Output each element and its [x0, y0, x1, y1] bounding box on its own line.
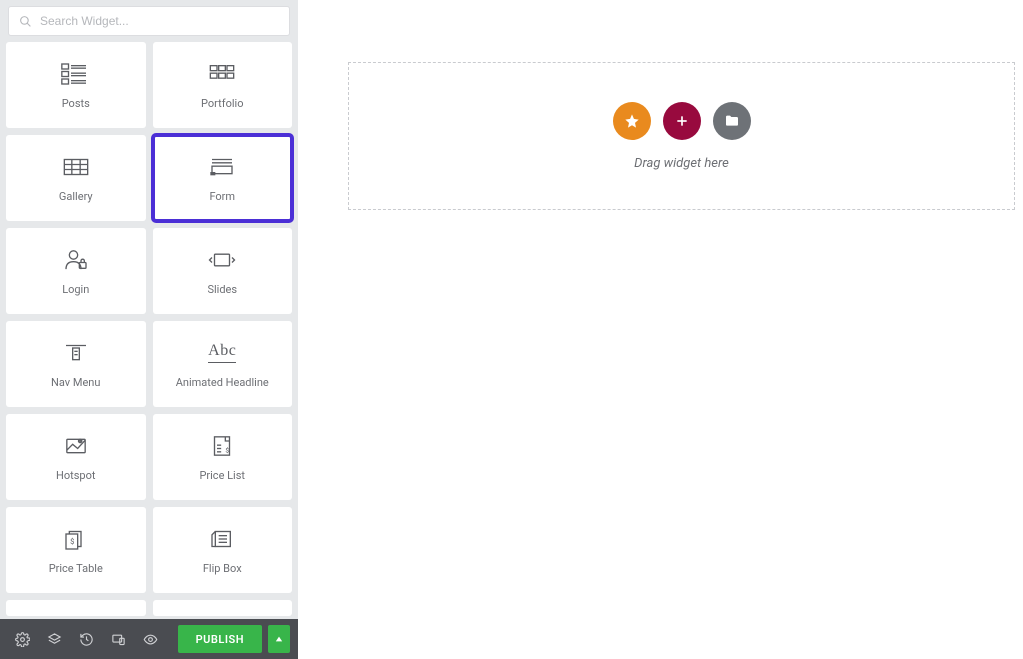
- publish-options-button[interactable]: [268, 625, 290, 653]
- widget-slides[interactable]: Slides: [153, 228, 293, 314]
- widget-form[interactable]: Form: [153, 135, 293, 221]
- star-icon: [624, 113, 640, 129]
- widget-label: Gallery: [59, 190, 93, 203]
- form-icon: [207, 154, 237, 180]
- widget-portfolio[interactable]: Portfolio: [153, 42, 293, 128]
- plus-icon: [674, 113, 690, 129]
- responsive-icon: [111, 632, 126, 647]
- widget-label: Posts: [62, 97, 90, 110]
- svg-text:$: $: [70, 537, 74, 546]
- gallery-icon: [61, 154, 91, 180]
- widget-login[interactable]: Login: [6, 228, 146, 314]
- pricelist-icon: $: [207, 433, 237, 459]
- widget-label: Form: [209, 190, 235, 203]
- widget-label: Price Table: [49, 562, 103, 575]
- navmenu-icon: [61, 340, 91, 366]
- slides-icon: [207, 247, 237, 273]
- caret-up-icon: [275, 635, 283, 643]
- add-section-button[interactable]: [663, 102, 701, 140]
- layers-icon: [47, 632, 62, 647]
- widget-pricelist[interactable]: $ Price List: [153, 414, 293, 500]
- widget-label: Nav Menu: [51, 376, 100, 389]
- pricetable-icon: $: [61, 526, 91, 552]
- svg-text:$: $: [226, 446, 230, 454]
- widget-animated-headline[interactable]: Abc Animated Headline: [153, 321, 293, 407]
- folder-icon: [724, 113, 740, 129]
- search-input[interactable]: [40, 14, 279, 28]
- widget-partial[interactable]: [6, 600, 146, 616]
- widget-label: Price List: [199, 469, 245, 482]
- posts-icon: [61, 61, 91, 87]
- portfolio-icon: [207, 61, 237, 87]
- flipbox-icon: [207, 526, 237, 552]
- publish-button[interactable]: PUBLISH: [178, 625, 262, 653]
- template-button[interactable]: [713, 102, 751, 140]
- login-icon: [61, 247, 91, 273]
- history-icon: [79, 632, 94, 647]
- widget-panel: Posts Portfolio Gallery: [0, 0, 298, 619]
- widget-partial[interactable]: [153, 600, 293, 616]
- eye-icon: [143, 632, 158, 647]
- widget-label: Animated Headline: [176, 376, 269, 389]
- abc-icon: Abc: [208, 340, 236, 366]
- publish-label: PUBLISH: [196, 633, 244, 646]
- preview-button[interactable]: [136, 625, 164, 653]
- widget-flipbox[interactable]: Flip Box: [153, 507, 293, 593]
- add-section-buttons: [613, 102, 751, 140]
- widget-label: Portfolio: [201, 97, 243, 110]
- settings-button[interactable]: [8, 625, 36, 653]
- widget-navmenu[interactable]: Nav Menu: [6, 321, 146, 407]
- panel-footer: PUBLISH: [0, 619, 298, 659]
- hotspot-icon: [61, 433, 91, 459]
- widget-posts[interactable]: Posts: [6, 42, 146, 128]
- gear-icon: [15, 632, 30, 647]
- history-button[interactable]: [72, 625, 100, 653]
- widget-label: Flip Box: [203, 562, 242, 575]
- drop-zone[interactable]: Drag widget here: [348, 62, 1015, 210]
- widget-grid: Posts Portfolio Gallery: [0, 42, 298, 619]
- drop-hint-text: Drag widget here: [634, 156, 729, 171]
- widget-label: Hotspot: [56, 469, 95, 482]
- widget-hotspot[interactable]: Hotspot: [6, 414, 146, 500]
- search-box[interactable]: [8, 6, 290, 36]
- navigator-button[interactable]: [40, 625, 68, 653]
- widget-label: Login: [62, 283, 89, 296]
- editor-canvas: Drag widget here: [298, 0, 1023, 619]
- widget-label: Slides: [207, 283, 237, 296]
- search-container: [0, 0, 298, 42]
- widget-pricetable[interactable]: $ Price Table: [6, 507, 146, 593]
- responsive-button[interactable]: [104, 625, 132, 653]
- favorite-button[interactable]: [613, 102, 651, 140]
- search-icon: [19, 15, 32, 28]
- widget-gallery[interactable]: Gallery: [6, 135, 146, 221]
